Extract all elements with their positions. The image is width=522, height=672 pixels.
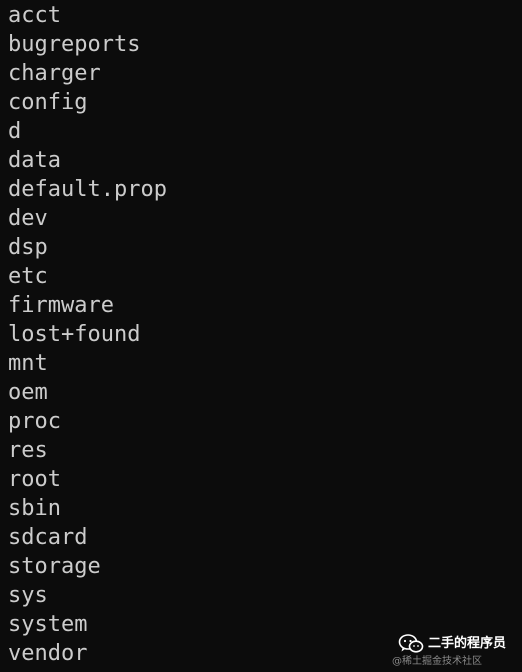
watermark-title: 二手的程序员 xyxy=(428,636,507,651)
listing-entry: root xyxy=(8,467,61,492)
wechat-icon xyxy=(398,634,424,654)
listing-entry: mnt xyxy=(8,351,48,376)
watermark: 二手的程序员 @稀土掘金技术社区 xyxy=(392,632,518,668)
listing-entry: oem xyxy=(8,380,48,405)
listing-entry: res xyxy=(8,438,48,463)
watermark-subtitle: @稀土掘金技术社区 xyxy=(392,656,482,667)
listing-entry: charger xyxy=(8,61,101,86)
listing-entry: sys xyxy=(8,583,48,608)
listing-entry: data xyxy=(8,148,61,173)
listing-entry: proc xyxy=(8,409,61,434)
listing-entry: vendor xyxy=(8,641,88,666)
listing-entry: lost+found xyxy=(8,322,141,347)
listing-entry: system xyxy=(8,612,88,637)
listing-entry: d xyxy=(8,119,22,144)
listing-entry: sbin xyxy=(8,496,61,521)
directory-listing: acct bugreports charger config d data de… xyxy=(8,1,167,668)
listing-entry: bugreports xyxy=(8,32,141,57)
listing-entry: firmware xyxy=(8,293,114,318)
listing-entry: sdcard xyxy=(8,525,88,550)
listing-entry: storage xyxy=(8,554,101,579)
terminal-window[interactable]: acct bugreports charger config d data de… xyxy=(0,0,522,672)
listing-entry: etc xyxy=(8,264,48,289)
listing-entry: dev xyxy=(8,206,48,231)
listing-entry: dsp xyxy=(8,235,48,260)
listing-entry: acct xyxy=(8,3,61,28)
listing-entry: default.prop xyxy=(8,177,167,202)
listing-entry: config xyxy=(8,90,88,115)
